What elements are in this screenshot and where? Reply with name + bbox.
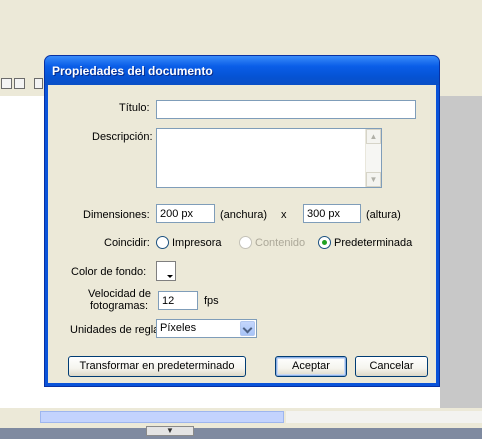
horizontal-scrollbar-thumb[interactable] <box>40 411 284 423</box>
description-label: Descripción: <box>92 131 153 143</box>
dimension-separator: x <box>281 209 287 221</box>
match-default-radio[interactable] <box>318 236 331 249</box>
match-content-radio <box>239 236 252 249</box>
ruler-units-select[interactable]: Píxeles <box>156 319 257 338</box>
match-label: Coincidir: <box>104 237 150 249</box>
bg-color-swatch[interactable] <box>156 261 176 281</box>
cancel-button[interactable]: Cancelar <box>355 356 428 377</box>
ok-button[interactable]: Aceptar <box>275 356 347 377</box>
radio-selected-dot <box>322 240 327 245</box>
swatch-dropdown-icon <box>167 275 173 278</box>
toolbar-layer-icon[interactable] <box>14 78 25 89</box>
description-textarea[interactable]: ▲ ▼ <box>156 128 382 188</box>
description-scrollbar[interactable]: ▲ ▼ <box>365 129 381 187</box>
toolbar-align-icon[interactable] <box>1 78 12 89</box>
height-unit-label: (altura) <box>366 209 401 221</box>
fps-unit-label: fps <box>204 295 219 307</box>
fps-input[interactable] <box>158 291 198 310</box>
dimensions-label: Dimensiones: <box>83 209 150 221</box>
match-printer-label[interactable]: Impresora <box>172 237 222 249</box>
match-content-label: Contenido <box>255 237 306 249</box>
fps-label-line2: fotogramas: <box>90 300 149 312</box>
ruler-units-value: Píxeles <box>160 322 197 334</box>
dialog-body: Título: Descripción: ▲ ▼ Dimensiones: (a… <box>48 85 436 383</box>
panel-bar <box>0 428 482 439</box>
dialog-title: Propiedades del documento <box>52 64 213 78</box>
fps-label-line1: Velocidad de <box>88 288 151 300</box>
panel-expand-icon[interactable]: ▼ <box>146 426 194 436</box>
toolbar-more-icon[interactable] <box>34 78 43 89</box>
scroll-down-icon[interactable]: ▼ <box>366 172 381 187</box>
width-input[interactable] <box>156 204 215 223</box>
dialog-titlebar[interactable]: Propiedades del documento <box>45 56 439 85</box>
bg-color-label: Color de fondo: <box>71 266 147 278</box>
chevron-down-icon[interactable] <box>240 321 255 336</box>
match-printer-radio[interactable] <box>156 236 169 249</box>
document-properties-dialog: Propiedades del documento Título: Descri… <box>44 55 440 387</box>
match-default-label[interactable]: Predeterminada <box>334 237 412 249</box>
ruler-units-label: Unidades de regla: <box>70 324 163 336</box>
make-default-button[interactable]: Transformar en predeterminado <box>68 356 246 377</box>
height-input[interactable] <box>303 204 361 223</box>
scroll-up-icon[interactable]: ▲ <box>366 129 381 144</box>
title-label: Título: <box>119 102 150 114</box>
title-input[interactable] <box>156 100 416 119</box>
width-unit-label: (anchura) <box>220 209 268 221</box>
workspace-area <box>440 96 482 408</box>
horizontal-scrollbar-track[interactable] <box>286 411 482 423</box>
